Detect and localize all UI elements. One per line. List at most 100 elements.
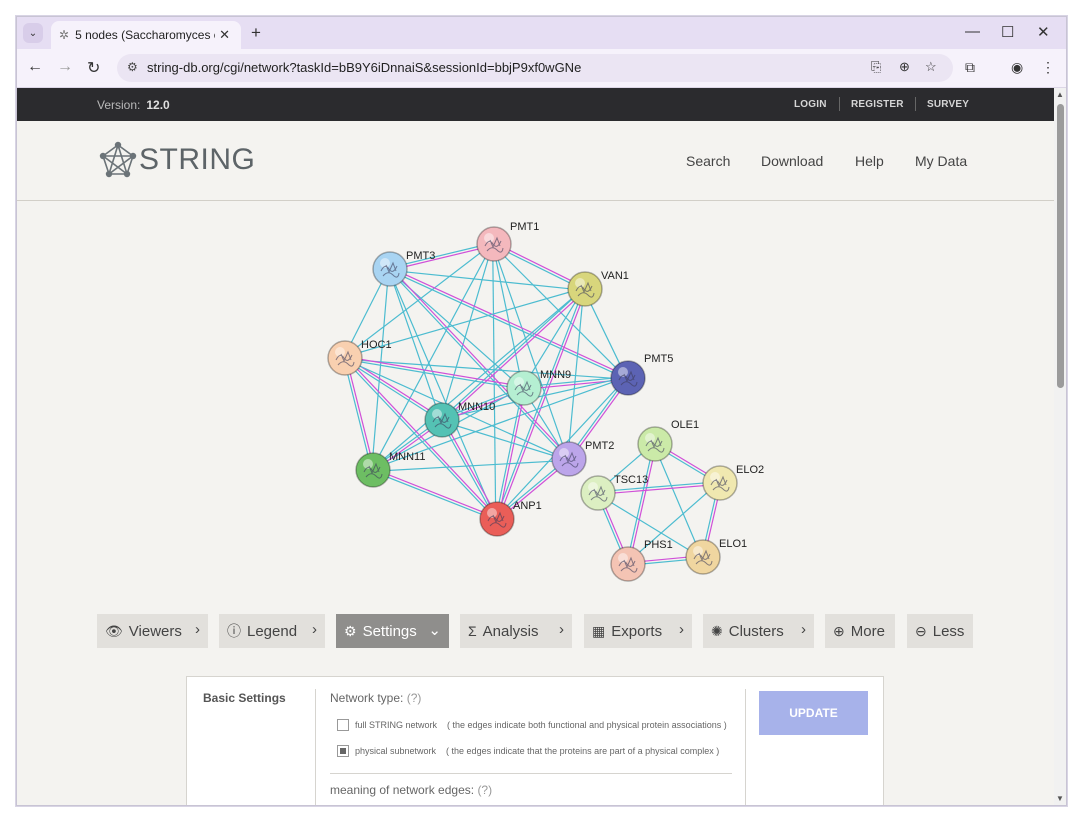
tab-search-button[interactable]: ⌄ [23, 23, 43, 43]
update-button[interactable]: UPDATE [759, 691, 868, 735]
url-text: string-db.org/cgi/network?taskId=bB9Y6iD… [147, 60, 582, 75]
node-label: HOC1 [361, 339, 392, 351]
menu-dots-icon[interactable]: ⋮ [1041, 59, 1055, 76]
tab-close-icon[interactable]: ✕ [219, 27, 230, 43]
edges [343, 242, 722, 566]
settings-panel: Basic Settings Network type: (?) full ST… [186, 676, 884, 805]
sigma-icon: Σ [468, 623, 477, 639]
viewers-button[interactable]: 👁 Viewers › [97, 614, 208, 648]
translate-icon[interactable]: ⎘ [871, 59, 881, 75]
full-network-desc: ( the edges indicate both functional and… [447, 720, 727, 730]
node-label: MNN10 [458, 401, 495, 413]
maximize-icon[interactable]: ☐ [1001, 23, 1014, 41]
forward-icon[interactable]: → [57, 58, 73, 76]
node-label: PMT1 [510, 221, 539, 233]
bookmark-star-icon[interactable]: ☆ [925, 59, 937, 75]
less-button[interactable]: ⊖ Less [907, 614, 973, 648]
physical-subnetwork-label: physical subnetwork [355, 746, 437, 756]
network-type-label: Network type: (?) [330, 691, 422, 705]
gear-icon: ⚙ [344, 622, 357, 639]
legend-button[interactable]: ⓘ Legend › [219, 614, 325, 648]
string-favicon-icon: ✲ [59, 28, 70, 42]
protein-network[interactable]: PMT1 PMT3 VAN1 HOC1 PMT5 MNN9 MNN10 MNN11 PMT2 AN… [17, 88, 1054, 608]
network-type-help[interactable]: (?) [407, 691, 422, 705]
minimize-icon[interactable]: — [965, 23, 980, 40]
clusters-icon: ✺ [711, 622, 723, 639]
clusters-button[interactable]: ✺ Clusters › [703, 614, 814, 648]
site-info-icon[interactable]: ⚙ [127, 60, 138, 74]
browser-window: ⌄ ✲ 5 nodes (Saccharomyces cerevisiae) ✕… [16, 16, 1067, 806]
new-tab-button[interactable]: + [251, 23, 261, 43]
profile-icon[interactable]: ◉ [1011, 59, 1023, 76]
node-mnn10[interactable]: MNN10 [424, 401, 495, 438]
reload-icon[interactable]: ↻ [87, 58, 100, 78]
option-physical-subnetwork[interactable]: physical subnetwork ( the edges indicate… [337, 745, 719, 757]
node-mnn9[interactable]: MNN9 [506, 369, 571, 406]
edge-PMT1-MNN10[interactable] [440, 243, 494, 420]
chevron-right-icon: › [801, 621, 806, 638]
node-pmt2[interactable]: PMT2 [551, 440, 614, 477]
extensions-icon[interactable]: ⧉ [965, 59, 975, 76]
node-label: ANP1 [513, 500, 542, 512]
string-page: Version: 12.0 LOGIN REGISTER SURVEY STRIN… [17, 88, 1054, 805]
edge-PMT3-MNN11[interactable] [371, 268, 390, 470]
chevron-right-icon: › [312, 621, 317, 638]
scroll-down-icon[interactable]: ▼ [1056, 794, 1064, 803]
physical-subnetwork-desc: ( the edges indicate that the proteins a… [446, 746, 720, 756]
node-pmt5[interactable]: PMT5 [610, 353, 673, 396]
plus-icon: ⊕ [833, 622, 845, 639]
node-label: MNN9 [540, 369, 571, 381]
info-icon: ⓘ [227, 623, 241, 639]
edge-HOC1-PMT5[interactable] [344, 358, 628, 380]
page-scrollbar[interactable]: ▲ ▼ [1054, 88, 1066, 805]
physical-subnetwork-checkbox[interactable] [337, 745, 349, 757]
node-label: ELO2 [736, 464, 764, 476]
node-elo2[interactable]: ELO2 [702, 464, 764, 501]
tab-strip: ⌄ ✲ 5 nodes (Saccharomyces cerevisiae) ✕… [17, 17, 1066, 49]
node-phs1[interactable]: PHS1 [610, 539, 673, 582]
button-label: More [850, 622, 885, 640]
chevron-right-icon: › [195, 621, 200, 638]
address-bar[interactable]: ⚙ string-db.org/cgi/network?taskId=bB9Y6… [117, 54, 953, 82]
chevron-down-icon: ⌄ [428, 622, 441, 639]
node-ole1[interactable]: OLE1 [637, 419, 699, 462]
settings-button[interactable]: ⚙ Settings ⌄ [336, 614, 449, 648]
eye-icon: 👁 [105, 622, 123, 639]
button-label: Less [932, 622, 965, 640]
node-label: PMT3 [406, 250, 435, 262]
node-label: MNN11 [389, 451, 425, 463]
edge-evidence-MNN11-ANP1 [373, 468, 498, 519]
chevron-right-icon: › [559, 621, 564, 638]
minus-icon: ⊖ [915, 622, 927, 639]
button-label: Legend [247, 622, 298, 640]
button-label: Viewers [128, 622, 182, 640]
back-icon[interactable]: ← [27, 58, 43, 76]
close-window-icon[interactable]: ✕ [1037, 23, 1050, 41]
option-full-network[interactable]: full STRING network ( the edges indicate… [337, 719, 727, 731]
full-network-label: full STRING network [355, 720, 438, 730]
node-label: ELO1 [719, 538, 747, 550]
exports-button[interactable]: ▦ Exports › [584, 614, 692, 648]
edge-meaning-help[interactable]: (?) [477, 783, 492, 797]
node-pmt3[interactable]: PMT3 [372, 250, 435, 287]
table-icon: ▦ [592, 622, 606, 639]
button-label: Analysis [482, 622, 539, 640]
analysis-button[interactable]: Σ Analysis › [460, 614, 572, 648]
node-label: VAN1 [601, 270, 629, 282]
browser-tab[interactable]: ✲ 5 nodes (Saccharomyces cerevisiae) ✕ [51, 21, 241, 49]
button-label: Clusters [728, 622, 784, 640]
scrollbar-thumb[interactable] [1057, 104, 1064, 388]
zoom-icon[interactable]: ⊕ [899, 59, 910, 75]
node-label: PMT2 [585, 440, 614, 452]
browser-toolbar: ← → ↻ ⚙ string-db.org/cgi/network?taskId… [17, 49, 1066, 88]
node-pmt1[interactable]: PMT1 [476, 221, 539, 262]
node-van1[interactable]: VAN1 [567, 270, 629, 307]
scroll-up-icon[interactable]: ▲ [1056, 90, 1064, 99]
more-button[interactable]: ⊕ More [825, 614, 895, 648]
node-label: TSC13 [614, 474, 648, 486]
chevron-right-icon: › [679, 621, 684, 638]
button-label: Settings [362, 622, 417, 640]
node-elo1[interactable]: ELO1 [685, 538, 747, 575]
full-network-checkbox[interactable] [337, 719, 349, 731]
node-label: PMT5 [644, 353, 673, 365]
